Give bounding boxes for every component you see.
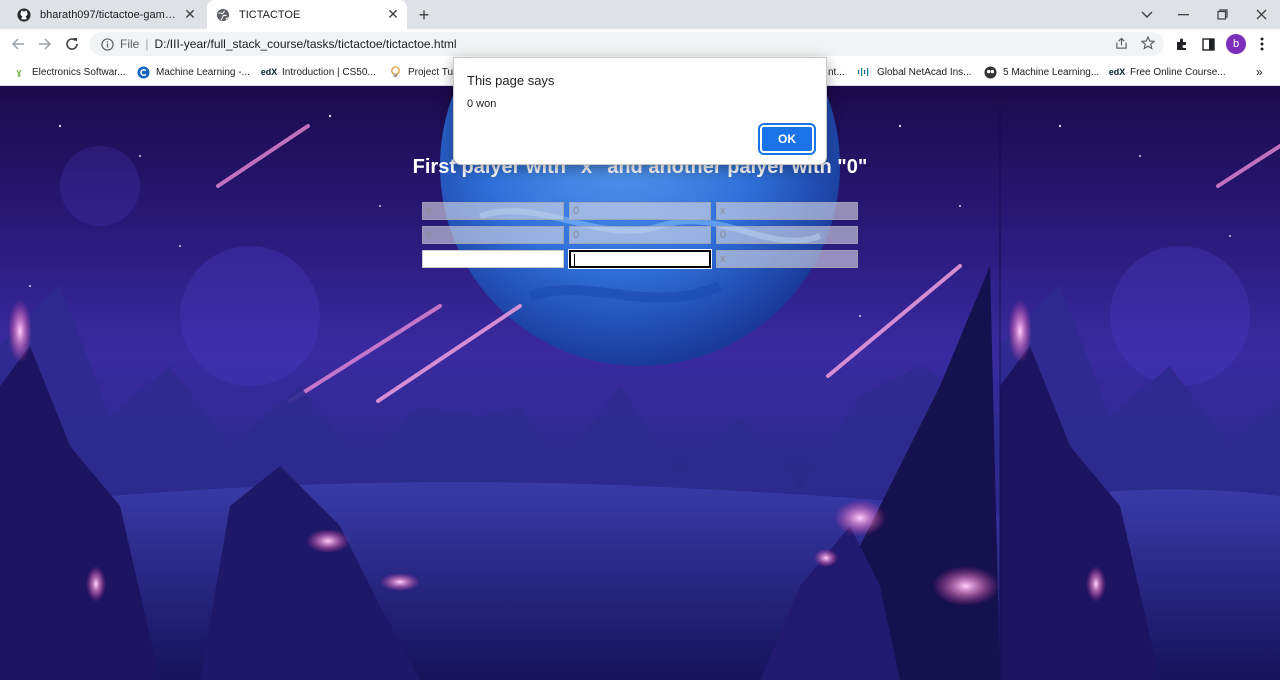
ok-button[interactable]: OK xyxy=(758,123,816,155)
bookmark-item[interactable]: Machine Learning -... xyxy=(136,64,250,80)
side-panel-icon[interactable] xyxy=(1197,33,1219,55)
cell-r2-c2[interactable]: 0 xyxy=(569,226,711,244)
back-icon[interactable] xyxy=(6,32,30,56)
url-scheme: File xyxy=(120,37,140,51)
browser-toolbar: File | D:/III-year/full_stack_course/tas… xyxy=(0,29,1280,59)
bookmark-item[interactable]: Global NetAcad Ins... xyxy=(857,64,972,80)
cell-r1-c2[interactable]: 0 xyxy=(569,202,711,220)
owl-icon xyxy=(983,65,997,79)
cisco-icon xyxy=(857,65,871,79)
tab-tictactoe[interactable]: TICTACTOE ✕ xyxy=(207,0,407,29)
cell-r3-c1[interactable] xyxy=(422,250,564,268)
cell-r1-c3[interactable]: x xyxy=(716,202,858,220)
url-text: D:/III-year/full_stack_course/tasks/tict… xyxy=(154,37,457,51)
edx-icon: edX xyxy=(260,67,278,77)
tab-close-icon[interactable]: ✕ xyxy=(383,5,403,25)
url-separator: | xyxy=(145,37,149,51)
forward-icon[interactable] xyxy=(33,32,57,56)
cell-r1-c1[interactable]: x xyxy=(422,202,564,220)
dialog-title: This page says xyxy=(467,73,555,88)
avatar[interactable]: b xyxy=(1226,34,1246,54)
minimize-icon[interactable] xyxy=(1164,0,1202,29)
bookmark-star-icon[interactable] xyxy=(1139,34,1157,52)
bookmark-item[interactable]: edX Free Online Course... xyxy=(1108,64,1226,80)
bookmark-label: Free Online Course... xyxy=(1130,66,1226,78)
tab-github[interactable]: bharath097/tictactoe-game: crea ✕ xyxy=(8,0,204,29)
alert-dialog: This page says 0 won OK xyxy=(453,57,827,165)
github-icon xyxy=(16,7,32,23)
c-logo-icon xyxy=(136,65,150,79)
bookmark-item[interactable]: 5 Machine Learning... xyxy=(983,64,1099,80)
edx-icon: edX xyxy=(1108,67,1126,77)
text-caret xyxy=(574,254,575,267)
bookmark-item[interactable]: edX Introduction | CS50... xyxy=(260,64,376,80)
tab-search-chevron-icon[interactable] xyxy=(1128,0,1166,29)
menu-kebab-icon[interactable] xyxy=(1251,33,1273,55)
cell-r2-c1[interactable]: x xyxy=(422,226,564,244)
new-tab-button[interactable]: + xyxy=(413,4,435,26)
tab-close-icon[interactable]: ✕ xyxy=(180,5,200,25)
bookmark-label: nt... xyxy=(828,66,845,78)
page-viewport: First palyer with "x" and another palyer… xyxy=(0,86,1280,680)
restore-icon[interactable] xyxy=(1203,0,1241,29)
address-bar[interactable]: File | D:/III-year/full_stack_course/tas… xyxy=(90,32,1164,56)
reload-icon[interactable] xyxy=(60,32,84,56)
bulb-icon xyxy=(388,65,402,79)
share-icon[interactable] xyxy=(1112,34,1130,52)
bookmark-label: Project Tu xyxy=(408,66,454,78)
globe-icon xyxy=(215,7,231,23)
dialog-message: 0 won xyxy=(467,98,497,110)
bookmark-label: Global NetAcad Ins... xyxy=(877,66,972,78)
cell-r3-c3[interactable]: x xyxy=(716,250,858,268)
extensions-icon[interactable] xyxy=(1171,33,1193,55)
tab-title: TICTACTOE xyxy=(239,8,301,21)
bookmark-item[interactable]: nt... xyxy=(828,64,845,80)
bookmark-label: Introduction | CS50... xyxy=(282,66,376,78)
bookmark-label: 5 Machine Learning... xyxy=(1003,66,1100,78)
tab-strip: bharath097/tictactoe-game: crea ✕ TICTAC… xyxy=(0,0,1280,29)
cell-r2-c3[interactable]: 0 xyxy=(716,226,858,244)
leaf-icon: ɣ xyxy=(16,67,22,77)
bookmark-label: Machine Learning -... xyxy=(156,66,250,78)
bookmarks-overflow-icon[interactable]: » xyxy=(1256,64,1263,80)
tab-title: bharath097/tictactoe-game: crea xyxy=(40,8,180,21)
bookmark-item[interactable]: Project Tu xyxy=(388,64,453,80)
close-window-icon[interactable] xyxy=(1242,0,1280,29)
bookmark-label: Electronics Softwar... xyxy=(32,66,126,78)
info-icon[interactable] xyxy=(99,36,115,52)
cell-r3-c2[interactable] xyxy=(568,249,712,269)
bookmark-item[interactable]: ɣ Electronics Softwar... xyxy=(12,64,125,80)
